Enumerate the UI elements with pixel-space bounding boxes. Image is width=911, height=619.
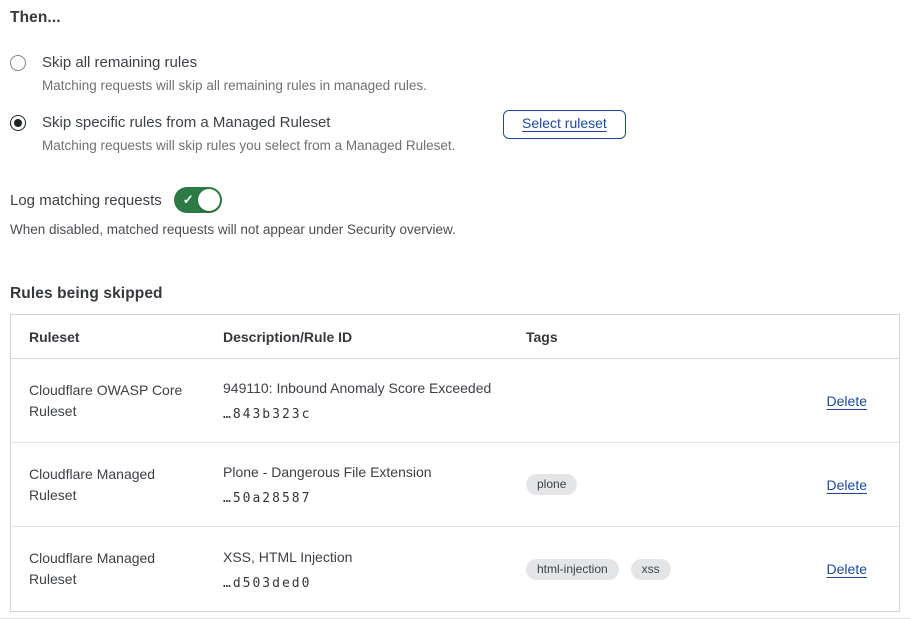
toggle-knob[interactable] [198,189,220,211]
option-description: Matching requests will skip all remainin… [42,76,503,96]
tag-pill: xss [631,559,671,580]
option-description: Matching requests will skip rules you se… [42,136,503,156]
delete-link[interactable]: Delete [827,477,867,493]
waf-skip-rule-form: Then... Skip all remaining rules Matchin… [0,0,911,619]
log-toggle-help-text: When disabled, matched requests will not… [10,220,900,240]
rules-being-skipped-table: Ruleset Description/Rule ID Tags Cloudfl… [10,314,900,612]
column-header-actions [756,315,899,359]
actions-cell: Delete [756,527,899,611]
option-label: Skip all remaining rules [42,52,503,74]
rule-description-cell: 949110: Inbound Anomaly Score Exceeded …… [223,359,526,443]
radio-button-unselected-icon[interactable] [10,55,26,71]
tag-pill: html-injection [526,559,619,580]
table-row: Cloudflare OWASP Core Ruleset 949110: In… [11,359,899,443]
radio-button-selected-icon[interactable] [10,115,26,131]
actions-cell: Delete [756,359,899,443]
table-row: Cloudflare Managed Ruleset Plone - Dange… [11,443,899,527]
table-row: Cloudflare Managed Ruleset XSS, HTML Inj… [11,527,899,611]
check-icon: ✓ [183,193,194,206]
rules-being-skipped-heading: Rules being skipped [10,285,900,303]
rule-description: Plone - Dangerous File Extension [223,463,526,482]
rule-description: XSS, HTML Injection [223,548,526,567]
rule-description-cell: Plone - Dangerous File Extension …50a285… [223,443,526,527]
rule-description: 949110: Inbound Anomaly Score Exceeded [223,379,526,398]
log-matching-requests-row: Log matching requests ✓ [10,187,900,213]
tags-cell: plone [526,443,756,527]
tag-pill: plone [526,474,577,495]
column-header-ruleset: Ruleset [11,315,223,359]
tags-cell [526,359,756,443]
column-header-tags: Tags [526,315,756,359]
option-text-block: Skip all remaining rules Matching reques… [42,52,503,96]
rule-id: …843b323c [223,407,526,422]
rule-description-cell: XSS, HTML Injection …d503ded0 [223,527,526,611]
column-header-description-rule-id: Description/Rule ID [223,315,526,359]
ruleset-name: Cloudflare Managed Ruleset [11,527,223,611]
ruleset-name: Cloudflare Managed Ruleset [11,443,223,527]
delete-link[interactable]: Delete [827,393,867,409]
select-ruleset-button[interactable]: Select ruleset [503,110,626,139]
then-heading: Then... [10,9,900,27]
rule-id: …50a28587 [223,491,526,506]
tags-cell: html-injection xss [526,527,756,611]
ruleset-name: Cloudflare OWASP Core Ruleset [11,359,223,443]
option-text-block: Skip specific rules from a Managed Rules… [42,112,503,156]
delete-link[interactable]: Delete [827,561,867,577]
radio-option-skip-all-remaining[interactable]: Skip all remaining rules Matching reques… [10,52,900,96]
rule-id: …d503ded0 [223,576,526,591]
log-toggle-switch[interactable]: ✓ [174,187,222,213]
radio-option-skip-specific[interactable]: Skip specific rules from a Managed Rules… [10,112,900,156]
log-toggle-label: Log matching requests [10,192,162,209]
table-header-row: Ruleset Description/Rule ID Tags [11,315,899,359]
actions-cell: Delete [756,443,899,527]
option-label: Skip specific rules from a Managed Rules… [42,112,503,134]
